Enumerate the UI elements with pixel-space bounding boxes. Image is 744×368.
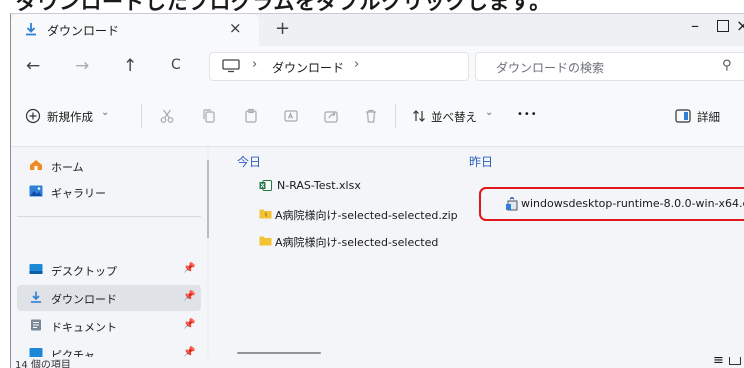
breadcrumb-downloads[interactable]: ダウンロード [272,59,344,76]
file-name: A病院様向け-selected-selected.zip [275,209,458,222]
sidebar-item-home[interactable]: ホーム [17,153,201,179]
file-list-pane: 今日 昨日 N-RAS-Test.xlsx A病院様向け-selected-se… [209,147,744,357]
share-icon[interactable] [323,108,339,124]
chevron-down-icon: ⌄ [101,107,110,118]
chevron-down-icon: ⌄ [485,107,494,118]
sidebar-item-label: ドキュメント [51,321,117,334]
cut-icon[interactable] [159,108,175,124]
sidebar-item-label: ダウンロード [51,293,117,306]
download-icon [31,291,41,303]
sidebar-item-gallery[interactable]: ギャラリー [17,179,201,205]
more-options-button[interactable]: ••• [517,109,538,120]
excel-icon [259,180,272,191]
toolbar-divider [395,104,396,128]
sidebar-item-label: デスクトップ [51,265,117,278]
plus-circle-icon [25,108,41,124]
sidebar-item-downloads[interactable]: ダウンロード 📌 [17,285,201,311]
tab-downloads[interactable]: ダウンロード × [11,14,259,46]
details-pane-icon [675,109,691,123]
document-icon [31,319,41,331]
sort-button-label: 並べ替え [431,110,477,124]
sidebar-item-pictures[interactable]: ピクチャ 📌 [17,341,201,357]
path-more-chevron[interactable]: › [354,57,359,72]
details-button[interactable]: 詳細 [669,102,739,130]
up-button[interactable]: ↑ [123,56,137,76]
file-name: A病院様向け-selected-selected [275,236,439,249]
download-icon [26,23,36,36]
command-toolbar: 新規作成 ⌄ 並べ替え ⌄ ••• 詳細 [11,86,744,147]
file-explorer-window: ダウンロード × + – × ← → ↑ C › ダウンロード › ダウンロード… [10,13,744,368]
navigation-pane: ホーム ギャラリー デスクトップ 📌 ダウンロード 📌 ドキュメント 📌 ピクチ… [11,147,207,357]
gallery-icon [29,185,43,197]
pictures-icon [29,348,43,357]
forward-button[interactable]: → [75,56,89,76]
home-icon [30,160,42,170]
tab-close-icon[interactable]: × [229,19,242,37]
search-placeholder: ダウンロードの検索 [496,61,605,75]
file-item[interactable]: windowsdesktop-runtime-8.0.0-win-x64.exe [505,195,744,215]
pin-icon[interactable]: 📌 [183,263,195,274]
folder-icon [259,236,272,246]
horizontal-scrollbar[interactable] [237,352,321,354]
sort-icon [413,110,425,122]
monitor-icon [222,59,240,73]
search-box[interactable]: ダウンロードの検索 ⚲ [475,52,744,81]
file-item[interactable]: A病院様向け-selected-selected.zip [259,205,499,225]
sidebar-item-documents[interactable]: ドキュメント 📌 [17,313,201,339]
group-header-yesterday[interactable]: 昨日 [469,153,493,170]
pin-icon[interactable]: 📌 [183,291,195,302]
group-header-today[interactable]: 今日 [237,153,261,170]
installer-icon [506,197,518,211]
maximize-button[interactable] [717,20,729,32]
delete-icon[interactable] [363,108,379,124]
paste-icon[interactable] [243,108,259,124]
list-view-icon[interactable]: ≡ [713,357,724,368]
sidebar-divider [17,216,201,217]
new-button[interactable]: 新規作成 ⌄ [17,102,137,130]
tab-title: ダウンロード [47,24,120,38]
back-button[interactable]: ← [26,56,40,76]
caption-text: ダウンロードしたプログラムをダブルクリックします。 [16,0,551,14]
new-button-label: 新規作成 [47,110,93,124]
file-name: N-RAS-Test.xlsx [277,179,361,192]
file-name: windowsdesktop-runtime-8.0.0-win-x64.exe [521,197,744,210]
refresh-button[interactable]: C [171,57,181,73]
file-item[interactable]: A病院様向け-selected-selected [259,232,479,252]
search-icon[interactable]: ⚲ [722,58,732,73]
desktop-icon [29,264,43,274]
item-count: 14 個の項目 [15,360,71,368]
status-bar: 14 個の項目 ≡ [11,357,744,368]
pin-icon[interactable]: 📌 [183,319,195,330]
new-tab-button[interactable]: + [275,18,290,39]
rename-icon[interactable] [283,108,299,124]
sidebar-item-desktop[interactable]: デスクトップ 📌 [17,257,201,283]
pin-icon[interactable]: 📌 [183,347,195,357]
navigation-bar: ← → ↑ C › ダウンロード › ダウンロードの検索 ⚲ [11,46,744,86]
sidebar-item-label: ギャラリー [51,187,106,200]
copy-icon[interactable] [201,108,217,124]
instruction-caption: ダウンロードしたプログラムをダブルクリックします。 [0,0,744,14]
details-button-label: 詳細 [697,110,720,124]
close-window-button[interactable]: × [736,16,744,35]
tiles-view-icon[interactable] [729,357,741,365]
toolbar-divider [141,104,142,128]
sort-button[interactable]: 並べ替え ⌄ [407,102,499,130]
path-separator: › [252,57,258,72]
address-bar[interactable]: › ダウンロード › [209,52,469,81]
sidebar-item-label: ピクチャ [51,349,95,357]
sidebar-item-label: ホーム [51,161,84,174]
zip-folder-icon [259,209,272,219]
minimize-button[interactable]: – [691,16,699,35]
file-item[interactable]: N-RAS-Test.xlsx [259,177,449,197]
